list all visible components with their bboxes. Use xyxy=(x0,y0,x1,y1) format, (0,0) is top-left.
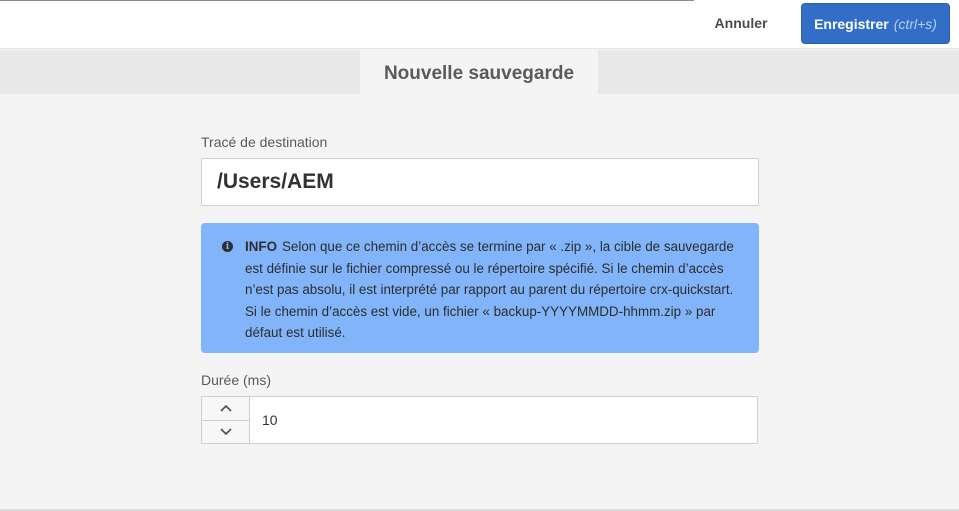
page-title: Nouvelle sauvegarde xyxy=(383,63,575,84)
info-title: INFO xyxy=(245,239,277,254)
duration-label: Durée (ms) xyxy=(201,372,272,388)
chevron-up-icon xyxy=(219,405,232,412)
destination-label: Tracé de destination xyxy=(201,134,328,150)
title-band: Nouvelle sauvegarde xyxy=(0,50,959,98)
info-body: Selon que ce chemin d’accès se termine p… xyxy=(245,239,734,340)
save-shortcut-hint: (ctrl+s) xyxy=(893,15,937,32)
destination-path-input[interactable] xyxy=(201,158,759,206)
save-button[interactable]: Enregistrer (ctrl+s) xyxy=(801,3,950,44)
increment-button[interactable] xyxy=(202,397,249,420)
action-bar: Annuler Enregistrer (ctrl+s) xyxy=(0,0,959,49)
title-tab: Nouvelle sauvegarde xyxy=(360,50,598,98)
stepper-buttons xyxy=(202,397,250,443)
backup-page: Annuler Enregistrer (ctrl+s) Nouvelle sa… xyxy=(0,0,959,511)
info-message: INFO Selon que ce chemin d’accès se termi… xyxy=(245,236,743,353)
chevron-down-icon xyxy=(219,428,232,435)
info-alert: i INFO Selon que ce chemin d’accès se ter… xyxy=(201,223,759,353)
cancel-button[interactable]: Annuler xyxy=(700,3,782,43)
duration-input[interactable] xyxy=(250,397,757,443)
duration-stepper xyxy=(201,396,758,444)
divider xyxy=(0,0,694,1)
decrement-button[interactable] xyxy=(202,419,249,444)
info-icon: i xyxy=(222,241,233,252)
save-button-label: Enregistrer xyxy=(814,15,889,32)
